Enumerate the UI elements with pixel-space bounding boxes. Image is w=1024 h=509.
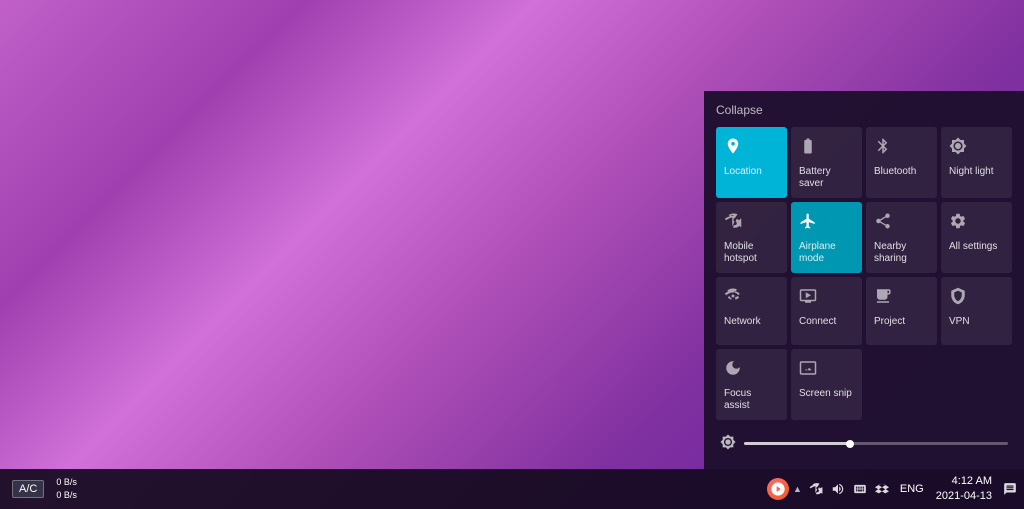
all-settings-label: All settings [949, 241, 997, 253]
clock-date: 2021-04-13 [936, 489, 992, 504]
location-label: Location [724, 166, 762, 178]
taskbar: A/C 0 B/s 0 B/s ▲ ENG 4:12 AM [0, 469, 1024, 509]
mobile-hotspot-label: Mobile hotspot [724, 241, 779, 265]
dropbox-tray-icon[interactable] [872, 479, 892, 499]
screen-snip-icon [799, 359, 817, 382]
night-light-label: Night light [949, 166, 993, 178]
tile-all-settings[interactable]: All settings [941, 202, 1012, 273]
notification-center-icon[interactable] [1000, 479, 1020, 499]
night-light-icon [949, 137, 967, 160]
net-upload: 0 B/s [56, 476, 77, 489]
system-tray-expand[interactable]: ▲ [793, 484, 802, 494]
tile-vpn[interactable]: VPN [941, 277, 1012, 345]
tile-nearby-sharing[interactable]: Nearby sharing [866, 202, 937, 273]
language-indicator[interactable]: ENG [896, 483, 928, 495]
quick-tiles-grid: Location Battery saver Bluetooth Night l… [716, 127, 1012, 420]
tile-project[interactable]: Project [866, 277, 937, 345]
tile-location[interactable]: Location [716, 127, 787, 198]
mobile-hotspot-icon [724, 212, 742, 235]
battery-saver-icon [799, 137, 817, 160]
user-avatar[interactable] [767, 478, 789, 500]
bluetooth-icon [874, 137, 892, 160]
tile-bluetooth[interactable]: Bluetooth [866, 127, 937, 198]
brightness-icon [720, 434, 736, 453]
bluetooth-label: Bluetooth [874, 166, 916, 178]
tile-network[interactable]: Network [716, 277, 787, 345]
vpn-icon [949, 287, 967, 310]
connect-icon [799, 287, 817, 310]
focus-assist-label: Focus assist [724, 388, 779, 412]
net-stats: 0 B/s 0 B/s [56, 476, 77, 501]
tile-battery-saver[interactable]: Battery saver [791, 127, 862, 198]
brightness-row [716, 424, 1012, 457]
taskbar-right: ▲ ENG 4:12 AM 2021-04-13 [767, 474, 1020, 505]
network-label: Network [724, 316, 761, 328]
all-settings-icon [949, 212, 967, 235]
nearby-sharing-label: Nearby sharing [874, 241, 929, 265]
tile-screen-snip[interactable]: Screen snip [791, 349, 862, 420]
screen-snip-label: Screen snip [799, 388, 852, 400]
battery-saver-label: Battery saver [799, 166, 854, 190]
net-download: 0 B/s [56, 489, 77, 502]
tile-focus-assist[interactable]: Focus assist [716, 349, 787, 420]
volume-tray-icon[interactable] [828, 479, 848, 499]
network-icon [724, 287, 742, 310]
brightness-slider[interactable] [744, 442, 1008, 445]
collapse-button[interactable]: Collapse [716, 103, 1012, 117]
ac-button[interactable]: A/C [12, 480, 44, 498]
keyboard-tray-icon[interactable] [850, 479, 870, 499]
tile-night-light[interactable]: Night light [941, 127, 1012, 198]
project-label: Project [874, 316, 905, 328]
airplane-mode-label: Airplane mode [799, 241, 854, 265]
vpn-label: VPN [949, 316, 970, 328]
brightness-thumb [846, 440, 854, 448]
focus-assist-icon [724, 359, 742, 382]
brightness-fill [744, 442, 850, 445]
tile-connect[interactable]: Connect [791, 277, 862, 345]
network-tray-icon[interactable] [806, 479, 826, 499]
clock-time: 4:12 AM [936, 474, 992, 489]
taskbar-left: A/C 0 B/s 0 B/s [4, 476, 767, 501]
tile-mobile-hotspot[interactable]: Mobile hotspot [716, 202, 787, 273]
time-block[interactable]: 4:12 AM 2021-04-13 [932, 474, 996, 505]
nearby-sharing-icon [874, 212, 892, 235]
tile-airplane-mode[interactable]: Airplane mode [791, 202, 862, 273]
project-icon [874, 287, 892, 310]
airplane-mode-icon [799, 212, 817, 235]
connect-label: Connect [799, 316, 836, 328]
system-tray-icons [806, 479, 892, 499]
action-center: Collapse Location Battery saver Bluetoot… [704, 91, 1024, 469]
location-icon [724, 137, 742, 160]
